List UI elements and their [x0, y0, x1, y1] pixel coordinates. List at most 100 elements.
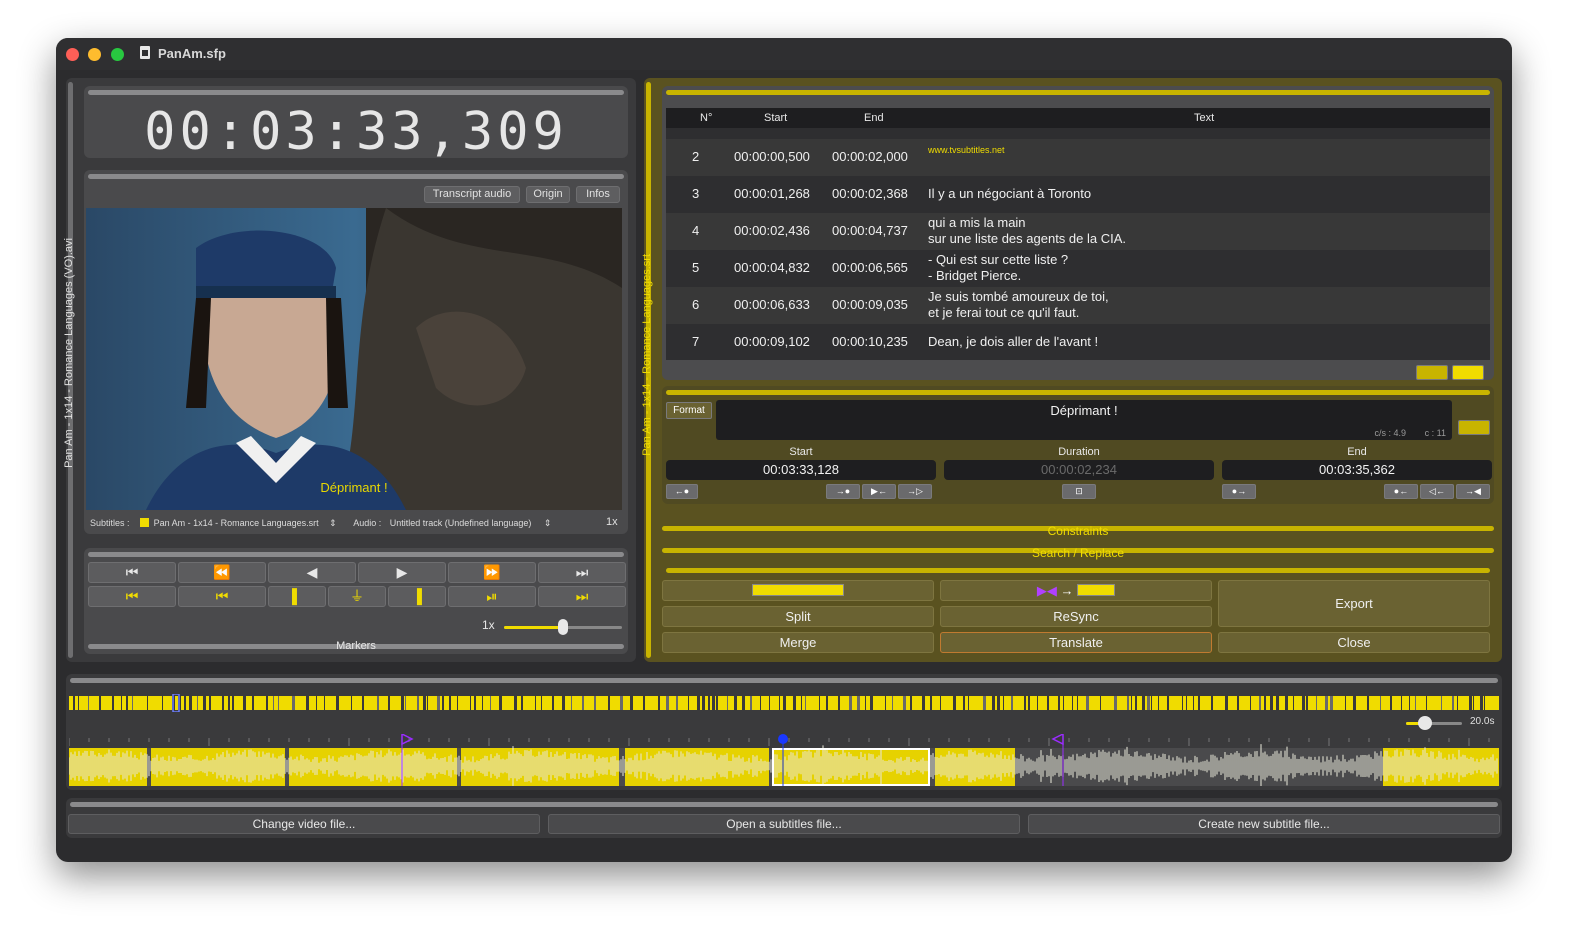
infos-button[interactable]: Infos [576, 186, 620, 203]
overview-gap [997, 696, 1000, 710]
overview-gap [940, 696, 941, 710]
start-earlier-button[interactable]: ←● [666, 484, 698, 499]
end-earlier-button[interactable]: ●← [1384, 484, 1418, 499]
overview-gap [1077, 696, 1078, 710]
subtitle-start-button[interactable]: ⏮ [178, 586, 266, 607]
prev-subtitle-icon: ⏮ [125, 588, 139, 604]
subtitle-text-field[interactable]: Déprimant ! c/s : 4.9 c : 11 [716, 400, 1452, 440]
audio-waveform[interactable] [69, 734, 1499, 786]
play-subtitle-button[interactable]: ⏯ [448, 586, 536, 607]
table-row[interactable]: 100:00:00,31400:00:01,247Précédemment da… [666, 128, 1490, 139]
video-frame[interactable]: Déprimant ! [86, 208, 622, 510]
play-button[interactable]: ▶ [358, 562, 446, 583]
create-subtitle-button[interactable]: Create new subtitle file... [1028, 814, 1500, 834]
overview-gap [121, 696, 122, 710]
export-button[interactable]: Export [1218, 580, 1490, 627]
start-marker-button[interactable]: ▶← [862, 484, 896, 499]
overview-gap [1151, 696, 1152, 710]
table-row[interactable]: 6 00:00:06,633 00:00:09,035 Je suis tombé a… [666, 287, 1490, 324]
translate-button[interactable]: Translate [940, 632, 1212, 653]
start-field[interactable]: 00:03:33,128 [666, 460, 936, 480]
col-number[interactable]: N° [700, 112, 712, 124]
fast-forward-button[interactable]: ⏩ [448, 562, 536, 583]
overview-gap [377, 696, 379, 710]
chevron-updown-icon[interactable]: ⇕ [544, 518, 552, 528]
audio-track-select[interactable]: Untitled track (Undefined language) [390, 518, 532, 528]
duration-lock-button[interactable]: ⊡ [1062, 484, 1096, 499]
speed-slider-knob[interactable] [558, 619, 568, 635]
start-later-button[interactable]: →● [826, 484, 860, 499]
split-here-button[interactable]: ⏚ [328, 586, 386, 607]
overview-gap [1011, 696, 1013, 710]
color-swatch-button[interactable] [1416, 365, 1448, 380]
overview-gap [838, 696, 840, 710]
prev-subtitle-button[interactable]: ⏮ [88, 586, 176, 607]
start-snap-button[interactable]: →▷ [898, 484, 932, 499]
markers-label[interactable]: Markers [84, 640, 628, 652]
table-row[interactable]: 4 00:00:02,436 00:00:04,737 qui a mis la ma… [666, 213, 1490, 250]
merge-markers-button[interactable]: ▶◀ → [940, 580, 1212, 601]
duration-field[interactable]: 00:00:02,234 [944, 460, 1214, 480]
format-button[interactable]: Format [666, 402, 712, 419]
end-field[interactable]: 00:03:35,362 [1222, 460, 1492, 480]
step-back-button[interactable]: ◀ [268, 562, 356, 583]
overview-gap [1306, 696, 1308, 710]
chevron-updown-icon[interactable]: ⇕ [329, 518, 337, 528]
extend-button[interactable] [662, 580, 934, 601]
video-box: Transcript audio Origin Infos Déprimant … [84, 170, 628, 534]
table-row[interactable]: 5 00:00:04,832 00:00:06,565 - Qui est sur c… [666, 250, 1490, 287]
col-start[interactable]: Start [764, 112, 787, 124]
col-end[interactable]: End [864, 112, 884, 124]
end-later-button[interactable]: ●→ [1222, 484, 1256, 499]
go-to-start-button[interactable]: ⏮ [88, 562, 176, 583]
change-video-button[interactable]: Change video file... [68, 814, 540, 834]
zoom-slider-knob[interactable] [1418, 716, 1432, 730]
table-row[interactable]: 3 00:00:01,268 00:00:02,368 Il y a un négoc… [666, 176, 1490, 213]
subtitle-overview-strip[interactable] [69, 694, 1499, 712]
minimize-window-button[interactable] [88, 48, 101, 61]
table-row[interactable]: 7 00:00:09,102 00:00:10,235 Dean, je dois a… [666, 324, 1490, 360]
zoom-window-button[interactable] [111, 48, 124, 61]
go-to-end-button[interactable]: ⏭ [538, 562, 626, 583]
overview-gap [73, 696, 75, 710]
fast-rewind-button[interactable]: ⏪ [178, 562, 266, 583]
overview-gap [351, 696, 352, 710]
close-button[interactable]: Close [1218, 632, 1490, 653]
overview-gap [992, 696, 995, 710]
end-marker-button[interactable]: ◁← [1420, 484, 1454, 499]
search-replace-section[interactable]: Search / Replace [662, 542, 1494, 560]
transcript-audio-button[interactable]: Transcript audio [424, 186, 520, 203]
row-text-line2: sur une liste des agents de la CIA. [928, 231, 1127, 246]
overview-gap [1390, 696, 1392, 710]
next-subtitle-button[interactable]: ⏭ [538, 586, 626, 607]
overview-gap [1142, 696, 1145, 710]
set-in-button[interactable]: ▌ [268, 586, 326, 607]
subtitles-file-select[interactable]: Pan Am - 1x14 - Romance Languages.srt [154, 518, 319, 528]
origin-button[interactable]: Origin [526, 186, 570, 203]
overview-gap [801, 696, 802, 710]
overview-gap [910, 696, 912, 710]
subtitle-table[interactable]: 100:00:00,31400:00:01,247Précédemment da… [666, 128, 1490, 360]
end-snap-button[interactable]: →◀ [1456, 484, 1490, 499]
overview-gap [582, 696, 584, 710]
split-button[interactable]: Split [662, 606, 934, 627]
resync-button[interactable]: ReSync [940, 606, 1212, 627]
play-subtitle-icon: ⏯ [486, 588, 498, 604]
video-subtitle: Déprimant ! [320, 480, 388, 495]
constraints-section[interactable]: Constraints [662, 520, 1494, 538]
overview-gap [228, 696, 230, 710]
highlight-button[interactable] [1452, 365, 1484, 380]
table-row[interactable]: 2 00:00:00,500 00:00:02,000 www.tvsubtitles… [666, 139, 1490, 176]
overview-gap [1063, 696, 1064, 710]
overview-gap [1211, 696, 1213, 710]
overview-gap [243, 696, 246, 710]
merge-button[interactable]: Merge [662, 632, 934, 653]
open-subtitles-button[interactable]: Open a subtitles file... [548, 814, 1020, 834]
overview-gap [442, 696, 444, 710]
overview-gap [608, 696, 610, 710]
overview-gap [490, 696, 491, 710]
close-window-button[interactable] [66, 48, 79, 61]
set-out-button[interactable]: ▐ [388, 586, 446, 607]
text-color-button[interactable] [1458, 420, 1490, 435]
col-text[interactable]: Text [1194, 112, 1214, 124]
